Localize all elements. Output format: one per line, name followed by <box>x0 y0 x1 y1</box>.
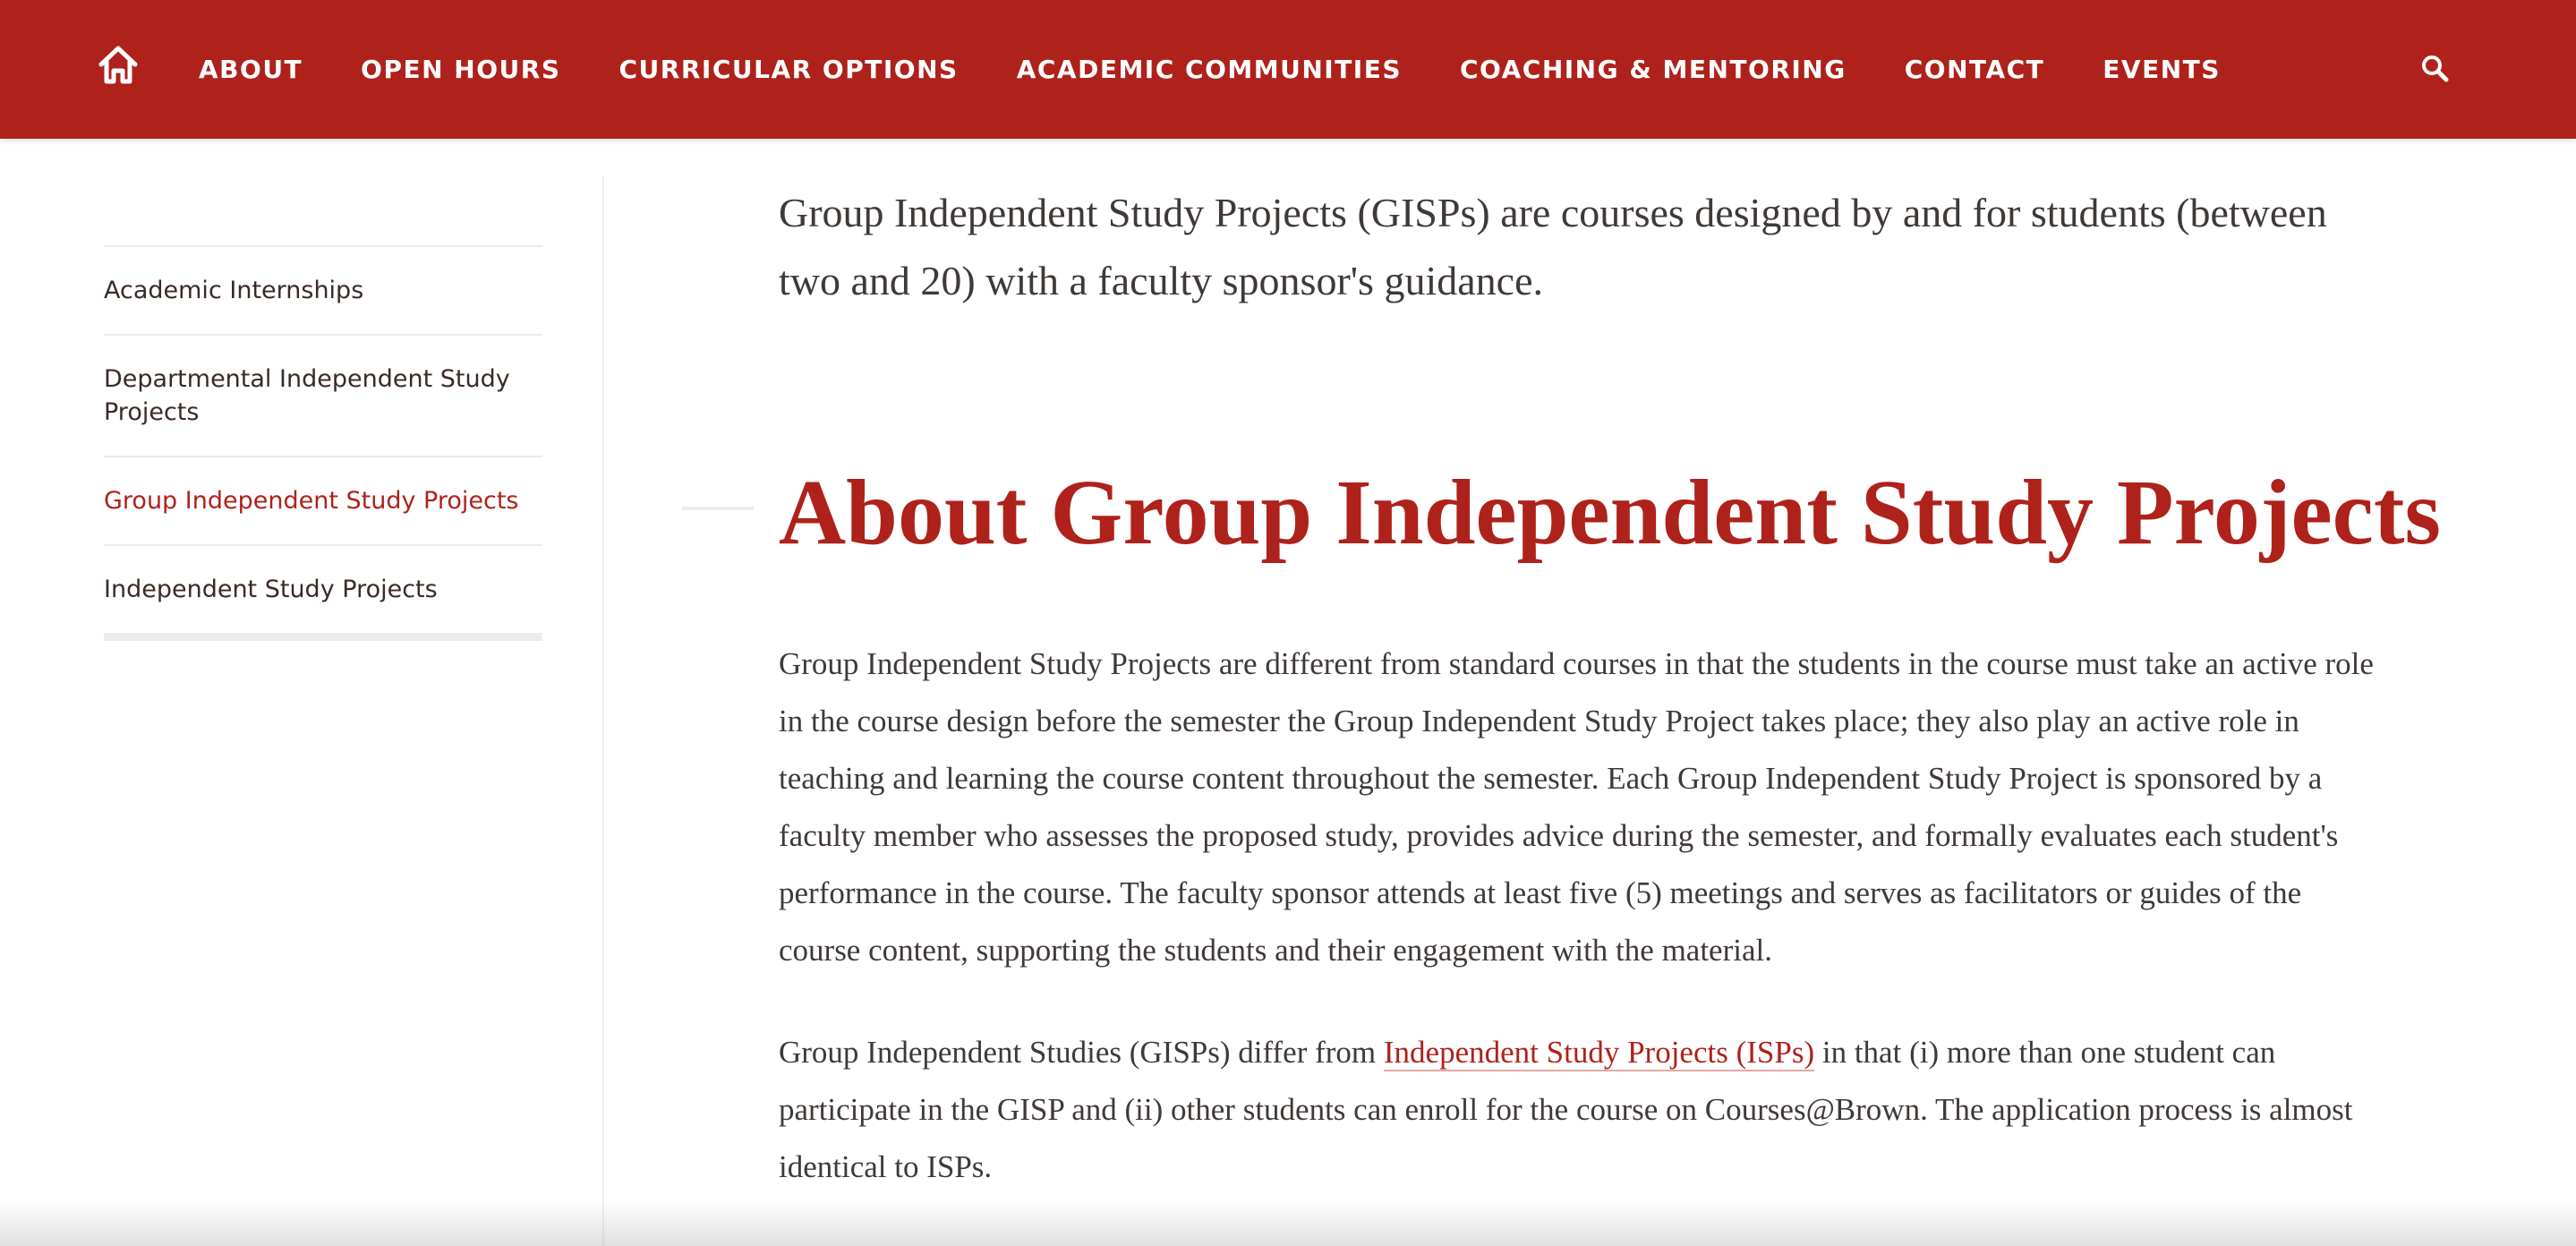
sidebar-item-group-independent-study-projects[interactable]: Group Independent Study Projects <box>104 457 542 546</box>
main-content: Group Independent Study Projects (GISPs)… <box>779 179 2390 315</box>
intro-lead-text: Group Independent Study Projects (GISPs)… <box>779 190 2327 303</box>
section-heading: About Group Independent Study Projects <box>779 461 2441 564</box>
top-navigation-bar: ABOUT OPEN HOURS CURRICULAR OPTIONS ACAD… <box>0 0 2576 139</box>
nav-about[interactable]: ABOUT <box>199 55 303 84</box>
sidebar-item-departmental-independent-study-projects[interactable]: Departmental Independent Study Projects <box>104 336 542 457</box>
nav-open-hours[interactable]: OPEN HOURS <box>361 55 560 84</box>
home-button[interactable] <box>95 41 141 88</box>
main-nav: ABOUT OPEN HOURS CURRICULAR OPTIONS ACAD… <box>199 0 2221 139</box>
nav-academic-communities[interactable]: ACADEMIC COMMUNITIES <box>1017 55 1402 84</box>
paragraph-2-text-before: Group Independent Studies (GISPs) differ… <box>779 1035 1384 1070</box>
nav-curricular-options[interactable]: CURRICULAR OPTIONS <box>619 55 959 84</box>
body-paragraph-2: Group Independent Studies (GISPs) differ… <box>779 1024 2390 1196</box>
bottom-shadow <box>0 1199 2576 1246</box>
sidebar-item-independent-study-projects[interactable]: Independent Study Projects <box>104 546 542 635</box>
home-icon <box>98 46 138 84</box>
heading-accent-rule <box>682 507 754 510</box>
sidebar-bottom-rule <box>104 635 542 641</box>
body-paragraph-1: Group Independent Study Projects are dif… <box>779 646 2374 968</box>
nav-contact[interactable]: CONTACT <box>1905 55 2045 84</box>
section-sidebar: Academic Internships Departmental Indepe… <box>104 245 542 641</box>
nav-events[interactable]: EVENTS <box>2103 55 2221 84</box>
search-button[interactable] <box>2417 50 2452 86</box>
sidebar-divider <box>602 175 604 1246</box>
isp-link[interactable]: Independent Study Projects (ISPs) <box>1383 1035 1815 1071</box>
nav-coaching-mentoring[interactable]: COACHING & MENTORING <box>1460 55 1847 84</box>
sidebar-item-academic-internships[interactable]: Academic Internships <box>104 247 542 336</box>
search-icon <box>2422 55 2449 82</box>
